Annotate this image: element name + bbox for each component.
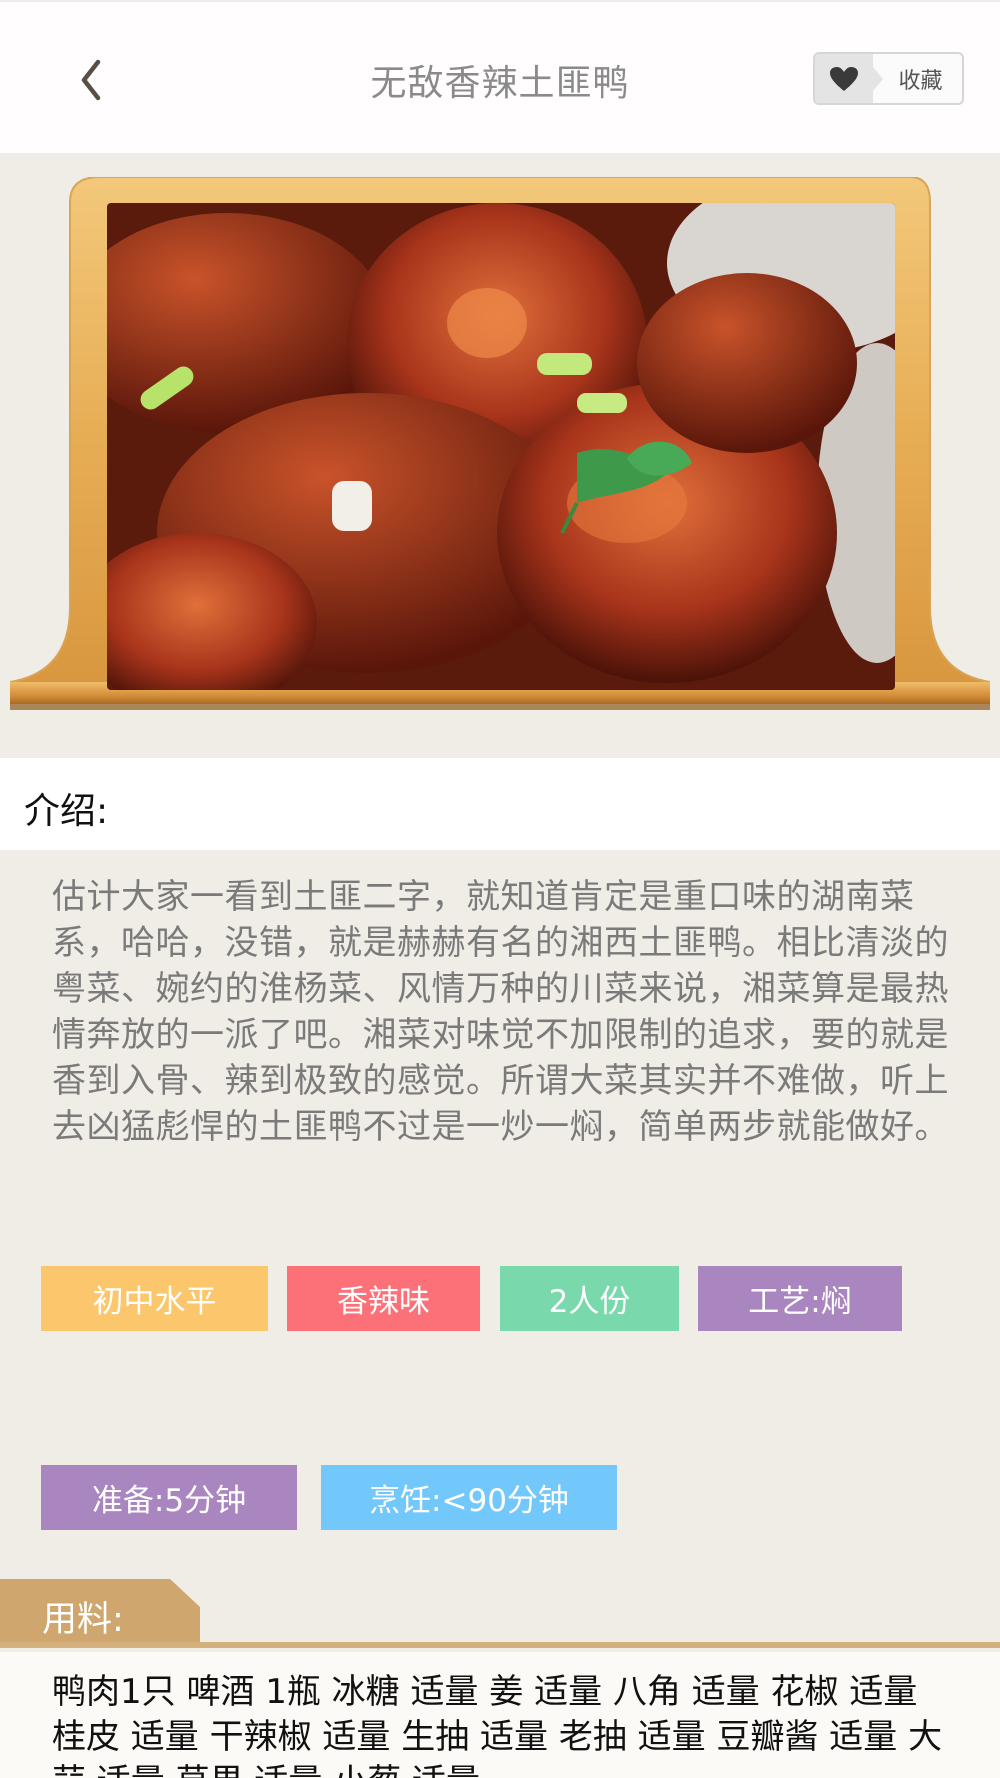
intro-header: 介绍: <box>0 758 1000 850</box>
tag-cook-time: 烹饪:<90分钟 <box>321 1465 617 1530</box>
favorite-label: 收藏 <box>898 68 943 94</box>
tag-difficulty: 初中水平 <box>41 1266 268 1331</box>
heart-icon <box>830 66 858 91</box>
tag-prep-time: 准备:5分钟 <box>41 1465 297 1530</box>
page-title: 无敌香辣土匪鸭 <box>370 63 630 104</box>
recipe-hero <box>0 153 1000 758</box>
tag-technique: 工艺:焖 <box>698 1266 902 1331</box>
ingredients-list: 鸭肉1只 啤酒 1瓶 冰糖 适量 姜 适量 八角 适量 花椒 适量 桂皮 适量 … <box>0 1652 1000 1778</box>
tag-flavor: 香辣味 <box>287 1266 480 1331</box>
back-button[interactable] <box>70 54 110 106</box>
ingredients-label: 用料: <box>42 1600 124 1640</box>
ingredients-divider <box>0 1642 1000 1648</box>
intro-description: 估计大家一看到土匪二字，就知道肯定是重口味的湖南菜系，哈哈，没错，就是赫赫有名的… <box>52 877 949 1147</box>
favorite-button[interactable]: 收藏 <box>813 52 964 105</box>
ingredients-header: 用料: <box>0 1579 1000 1649</box>
intro-label: 介绍: <box>24 791 109 832</box>
dish-photo <box>107 203 895 690</box>
chevron-left-icon <box>81 59 101 101</box>
ingredients-text: 鸭肉1只 啤酒 1瓶 冰糖 适量 姜 适量 八角 适量 花椒 适量 桂皮 适量 … <box>52 1672 943 1778</box>
favorite-icon-box <box>815 54 883 103</box>
nav-bar: 无敌香辣土匪鸭 收藏 <box>0 0 1000 153</box>
tag-servings: 2人份 <box>500 1266 679 1331</box>
